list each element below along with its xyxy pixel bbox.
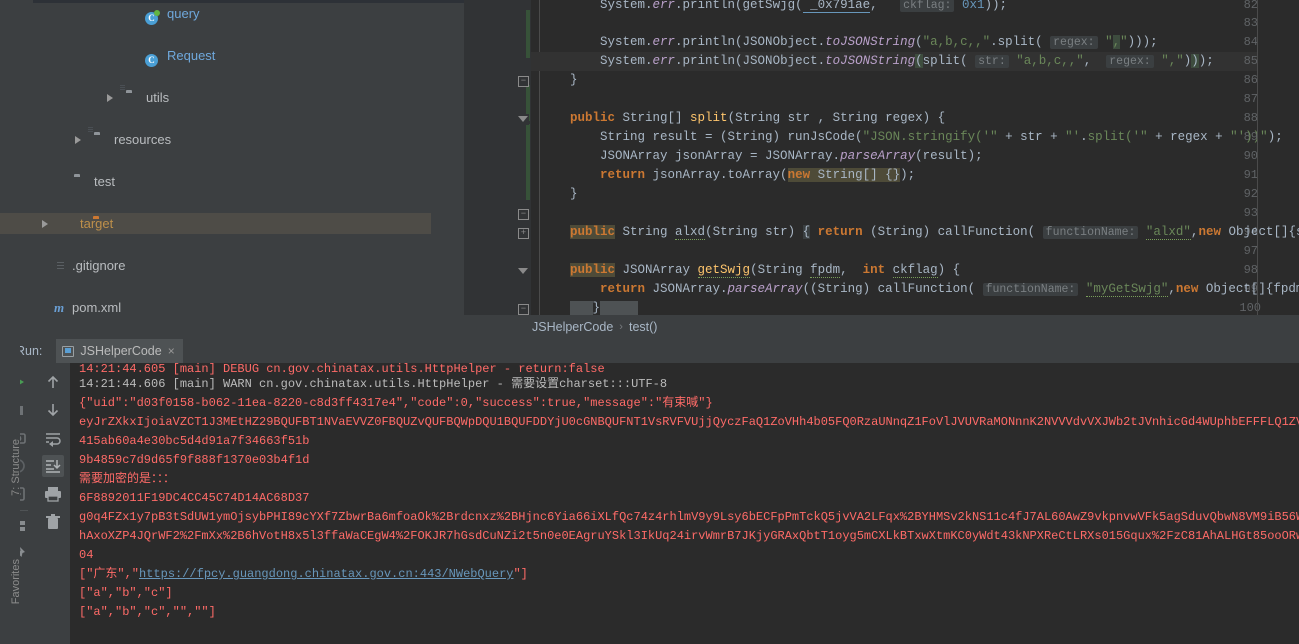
fold-marker-collapse[interactable]: − [518,209,529,220]
console-line: hAxoXZP4JQrWF2%2FmXx%2B6hVotH8x5l3ffaWaC… [79,529,1299,543]
code-line-85[interactable]: System.err.println(JSONObject.toJSONStri… [540,52,1299,71]
console-line-with-link: ["广东","https://fpcy.guangdong.chinatax.g… [79,567,528,581]
chevron-right-icon[interactable] [42,220,49,228]
console-line: 04 [79,548,94,562]
tree-item-label: Request [167,48,216,63]
fold-marker-expand[interactable] [518,266,529,277]
soft-wrap-icon[interactable] [42,427,64,449]
code-line-84[interactable]: System.err.println(JSONObject.toJSONStri… [540,33,1299,52]
tab-favorites[interactable]: Favorites [10,559,22,604]
tab-structure[interactable]: 7: Structure [10,439,22,496]
code-line-94[interactable]: public String alxd(String str) { return … [540,223,1299,242]
close-icon[interactable]: × [168,344,175,358]
print-icon[interactable] [42,483,64,505]
code-line-89[interactable]: String result = (String) runJsCode("JSON… [540,128,1299,147]
code-line-86[interactable]: } [540,71,1299,90]
tree-item-query[interactable]: C query [33,3,464,25]
fold-marker-collapse[interactable]: − [518,304,529,315]
fold-marker-collapse[interactable]: − [518,76,529,87]
tree-item-request[interactable]: C Request [33,45,464,67]
run-tab-jshelpercode[interactable]: JSHelperCode × [56,339,183,363]
tree-item-utils[interactable]: utils [33,87,464,108]
trash-icon[interactable] [42,511,64,533]
maven-icon: m [54,300,65,315]
chevron-right-icon[interactable] [107,94,114,102]
breadcrumb[interactable]: JSHelperCode › test() [464,315,1299,339]
console-line: {"uid":"d03f0158-b062-11ea-8220-c8d3ff43… [79,396,713,410]
breadcrumb-method[interactable]: test() [629,320,657,334]
tree-item-resources[interactable]: resources [33,129,464,150]
tree-item-target[interactable]: target [0,213,431,234]
breadcrumb-class[interactable]: JSHelperCode [532,320,613,334]
class-java-icon: C [145,6,160,25]
run-toolbar-secondary [36,363,70,644]
tree-item-gitignore[interactable]: .gitignore [33,255,464,276]
editor-scroll-divider [1257,0,1258,315]
class-icon: C [145,48,160,67]
tree-item-label: test [94,174,115,189]
tree-item-label: resources [114,132,172,147]
scroll-to-end-icon[interactable] [42,455,64,477]
console-line: eyJrZXkxIjoiaVZCT1J3MEtHZ29BQUFBT1NVaEVV… [79,415,1299,429]
run-tool-window: Run: JSHelperCode × 14:21:44.605 [main] … [0,339,1299,644]
console-line: g0q4FZx1y7pB3tSdUW1ymOjsybPHI89cYXf7Zbwr… [79,510,1299,524]
console-icon [62,345,75,357]
fold-marker-plus[interactable]: + [518,228,529,239]
console-output[interactable]: 14:21:44.605 [main] DEBUG cn.gov.chinata… [70,363,1299,644]
code-line-82[interactable]: System.err.println(getSwjg( _0x791ae, ck… [540,0,1299,15]
fold-marker-expand[interactable] [518,114,529,125]
console-line: ["a","b","c","",""] [79,605,216,619]
left-tool-window-bar: 7: Structure Favorites [0,339,22,644]
code-line-88[interactable]: public String[] split(String str , Strin… [540,109,1299,128]
tree-item-label: .gitignore [72,258,126,273]
console-line: 6F8892011F19DC4CC45C74D14AC68D37 [79,491,310,505]
code-line-90[interactable]: JSONArray jsonArray = JSONArray.parseArr… [540,147,1299,166]
run-tool-header: Run: JSHelperCode × [0,339,1299,363]
project-tree[interactable]: C query C Request utils resources test t… [0,3,464,315]
arrow-down-icon[interactable] [42,399,64,421]
line-number: 93 [1243,206,1258,220]
tree-item-label: utils [146,90,170,105]
line-number: 83 [1243,16,1258,30]
code-line-100[interactable]: } [540,299,1299,315]
code-line-99[interactable]: return JSONArray.parseArray((String) cal… [540,280,1299,299]
console-line: 415ab60a4e30bc5d4d91a7f34663f51b [79,434,310,448]
console-line: ["a","b","c"] [79,586,173,600]
code-line-98[interactable]: public JSONArray getSwjg(String fpdm, in… [540,261,1299,280]
vcs-change-marker [526,124,530,200]
console-line: 14:21:44.605 [main] DEBUG cn.gov.chinata… [79,363,605,375]
tree-item-label: target [80,216,114,231]
console-line: 需要加密的是：：： [79,472,176,486]
chevron-right-icon: › [619,321,623,333]
tree-item-label: pom.xml [72,300,122,315]
code-editor[interactable]: 82 83 84 85 86 87 88 89 90 91 92 93 94 9… [464,0,1299,315]
run-tab-label: JSHelperCode [80,344,162,358]
console-hyperlink[interactable]: https://fpcy.guangdong.chinatax.gov.cn:4… [139,567,513,581]
project-tool-window[interactable]: C query C Request utils resources test t… [0,0,464,337]
code-line-92[interactable]: } [540,185,1299,204]
tree-item-pom-xml[interactable]: m pom.xml [33,297,464,318]
arrow-up-icon[interactable] [42,371,64,393]
console-line: 9b4859c7d9d65f9f888f1370e03b4f1d [79,453,310,467]
chevron-right-icon[interactable] [75,136,82,144]
vcs-change-marker [526,10,530,58]
line-number: 87 [1243,92,1258,106]
console-line: 14:21:44.606 [main] WARN cn.gov.chinatax… [79,377,668,391]
line-number: 97 [1243,244,1258,258]
tree-item-label: query [167,6,200,21]
code-line-91[interactable]: return jsonArray.toArray(new String[] {}… [540,166,1299,185]
tree-item-test[interactable]: test [33,171,464,192]
